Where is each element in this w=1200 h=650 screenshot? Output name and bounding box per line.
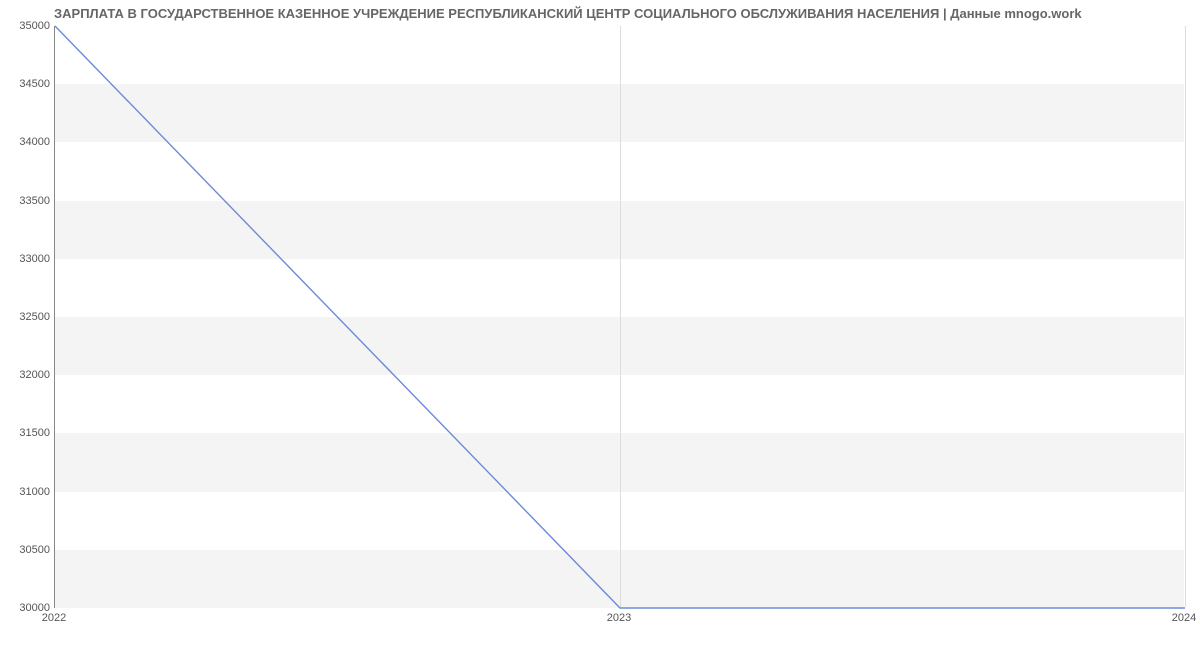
x-gridline [1185,26,1186,607]
y-tick-label: 35000 [4,20,50,32]
y-tick-label: 34000 [4,136,50,148]
x-tick-label: 2022 [42,612,66,624]
y-tick-label: 33000 [4,253,50,265]
series-line [55,26,1185,608]
y-tick-label: 32000 [4,369,50,381]
line-svg [55,26,1184,607]
y-tick-label: 31500 [4,427,50,439]
plot-area [54,26,1184,608]
y-tick-label: 31000 [4,486,50,498]
y-tick-label: 34500 [4,78,50,90]
y-tick-label: 30500 [4,544,50,556]
x-tick-label: 2023 [607,612,631,624]
chart-title: ЗАРПЛАТА В ГОСУДАРСТВЕННОЕ КАЗЕННОЕ УЧРЕ… [54,6,1180,21]
y-tick-label: 32500 [4,311,50,323]
y-tick-label: 33500 [4,195,50,207]
x-tick-label: 2024 [1172,612,1196,624]
